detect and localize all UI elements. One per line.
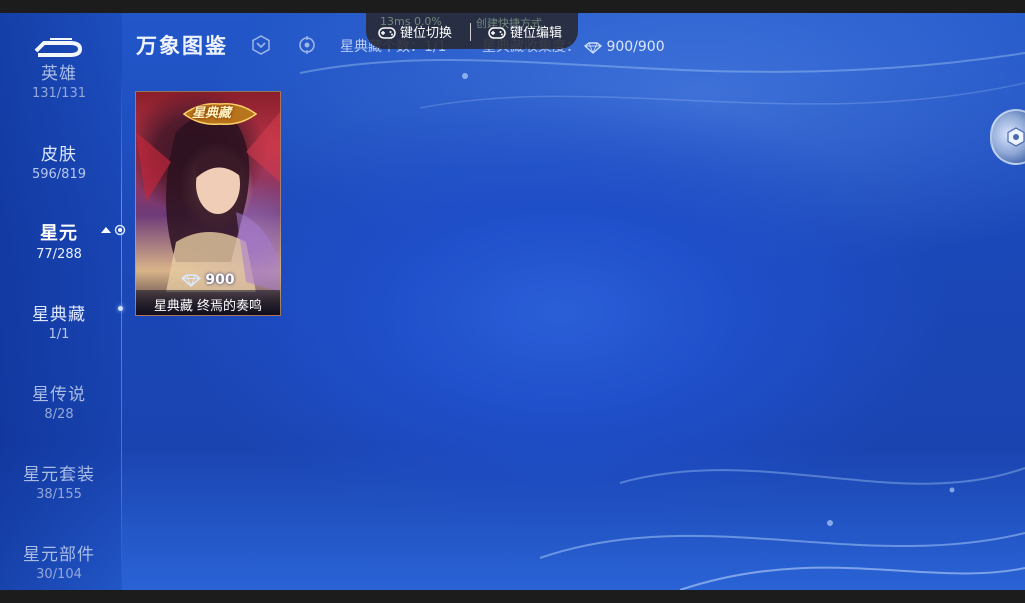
sidebar-item-label: 星元套装: [23, 465, 95, 485]
sidebar-item-label: 英雄: [41, 64, 77, 84]
key-edit-label: 键位编辑: [510, 26, 563, 41]
sidebar-item-skins[interactable]: 皮肤 596/819: [0, 140, 118, 182]
sidebar-divider: [121, 73, 122, 590]
gem-icon: [181, 274, 202, 287]
sidebar-item-count: 596/819: [31, 167, 86, 182]
settings-hex-icon: [1007, 127, 1025, 147]
page-title: 万象图鉴: [136, 34, 228, 58]
card-price: 900: [136, 272, 280, 288]
active-marker-icon: [101, 224, 126, 236]
sidebar-item-label: 星传说: [32, 385, 86, 405]
gem-icon: [584, 42, 603, 54]
back-button[interactable]: [30, 31, 86, 59]
card-name: 星典藏 终焉的奏鸣: [153, 299, 263, 314]
card-badge: 星典藏: [192, 106, 232, 121]
gamepad-icon: [488, 27, 506, 39]
sidebar-item-count: 77/288: [36, 247, 82, 262]
sidebar-item-star-collection[interactable]: 星典藏 1/1: [0, 300, 118, 342]
sidebar-item-count: 131/131: [31, 86, 86, 101]
key-mapping-toolbar: 13ms 0.0% 创建快捷方式 键位切换 键位编辑: [366, 13, 578, 49]
back-arrow-icon: [34, 38, 82, 57]
selected-dot: [118, 306, 123, 311]
sidebar-item-heroes[interactable]: 英雄 131/131: [0, 59, 118, 101]
gamepad-icon: [378, 27, 396, 39]
toolbar-separator: [470, 23, 471, 41]
sidebar-item-star-sets[interactable]: 星元套装 38/155: [0, 460, 118, 502]
window-top-frame: [0, 0, 1025, 13]
card-price-value: 900: [205, 272, 235, 288]
key-switch-button[interactable]: 键位切换: [378, 22, 452, 41]
hexagon-filter-icon[interactable]: [251, 35, 271, 55]
sidebar-item-count: 38/155: [36, 487, 82, 502]
key-edit-button[interactable]: 键位编辑: [488, 22, 562, 41]
sidebar-item-count: 30/104: [36, 567, 82, 582]
sidebar-item-count: 8/28: [44, 407, 74, 422]
sidebar-item-label: 星典藏: [32, 305, 86, 325]
sidebar-item-label: 星元部件: [23, 545, 95, 565]
window-bottom-frame: [0, 590, 1025, 603]
sidebar-item-star-legend[interactable]: 星传说 8/28: [0, 380, 118, 422]
sidebar-item-count: 1/1: [48, 327, 70, 342]
target-icon[interactable]: [297, 35, 317, 55]
game-screen: 英雄 131/131 皮肤 596/819 星元 77/288 星典藏 1/1 …: [0, 13, 1025, 590]
key-switch-label: 键位切换: [400, 26, 453, 41]
collection-value-number: 900/900: [606, 39, 665, 55]
collection-card[interactable]: 星典藏 900 星典藏 终焉的奏鸣: [135, 91, 281, 316]
sidebar-item-label: 皮肤: [41, 145, 77, 165]
sidebar-item-star-parts[interactable]: 星元部件 30/104: [0, 540, 118, 582]
